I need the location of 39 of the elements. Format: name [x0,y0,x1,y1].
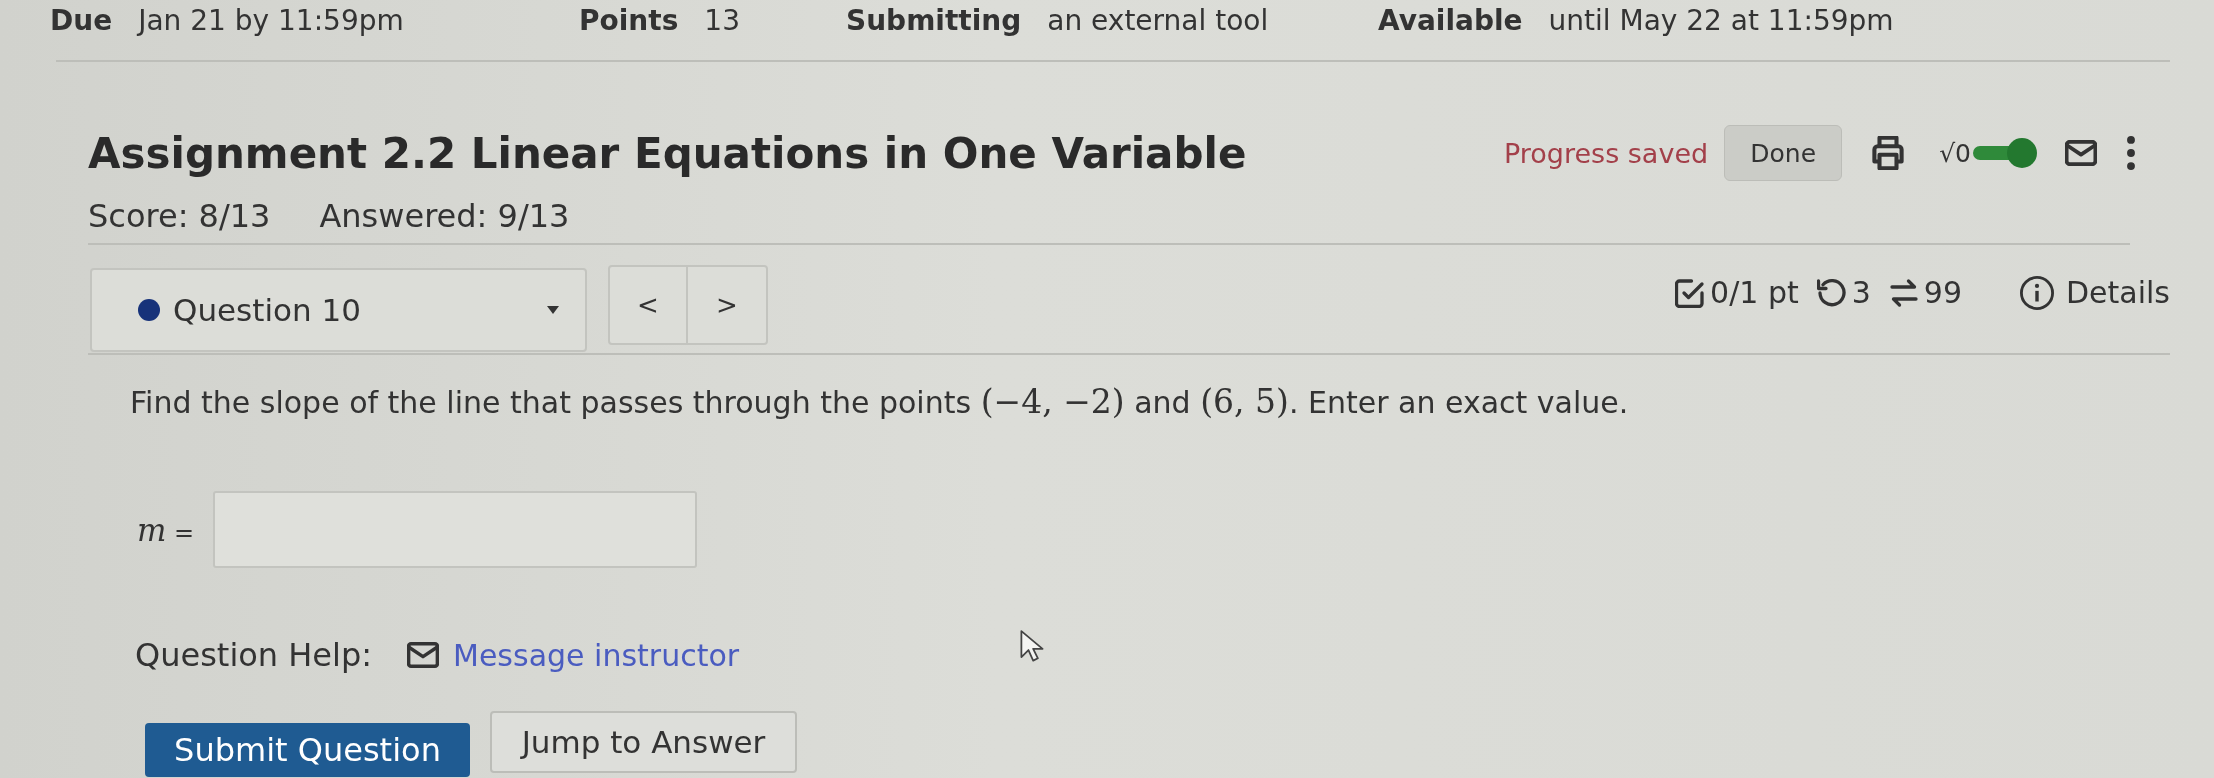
info-value: 13 [704,3,740,37]
previous-button[interactable]: < [608,265,688,345]
info-label: Available [1378,3,1523,37]
caret-down-icon [547,306,559,314]
check-square-icon [1675,277,1706,308]
question-select[interactable]: Question 10 [90,268,587,352]
answer-label: m = [137,511,196,548]
message-instructor-link[interactable]: Message instructor [453,637,740,673]
status-dot-icon [138,299,160,321]
score-text: Score: 8/13 [88,197,271,235]
mail-icon [407,642,440,668]
submit-button[interactable]: Submit Question [145,723,470,777]
next-button[interactable]: > [688,265,768,345]
points-label: 0/1 pt [1710,275,1799,310]
answer-field[interactable] [213,491,697,568]
print-icon[interactable] [1872,136,1905,170]
toggle-switch[interactable] [1973,138,2037,168]
help-label: Question Help: [135,636,373,674]
more-menu-icon[interactable] [2127,136,2135,170]
info-icon [2020,275,2054,310]
jump-button[interactable]: Jump to Answer [490,711,797,773]
math-input-label: √0 [1939,138,1971,168]
info-value: an external tool [1047,3,1269,37]
retry-icon [1816,277,1847,308]
info-label: Submitting [846,3,1022,37]
retries-count: 3 [1851,275,1871,310]
info-value: until May 22 at 11:59pm [1548,3,1894,37]
answered-text: Answered: 9/13 [319,197,570,235]
mail-icon[interactable] [2065,140,2097,166]
done-button[interactable]: Done [1724,125,1843,181]
assignment-title: Assignment 2.2 Linear Equations in One Variable [88,128,1247,178]
mouse-pointer-icon [1020,630,1044,663]
details-link[interactable]: Details [2066,275,2170,310]
question-text: Find the slope of the line that passes through the points (−4, −2) and (6, 5). Enter an exact value. [130,382,1629,423]
progress-status: Progress saved [1504,137,1709,169]
info-value: Jan 21 by 11:59pm [138,3,404,37]
versions-count: 99 [1923,275,1962,310]
info-label: Points [579,3,679,37]
info-label: Due [50,3,113,37]
